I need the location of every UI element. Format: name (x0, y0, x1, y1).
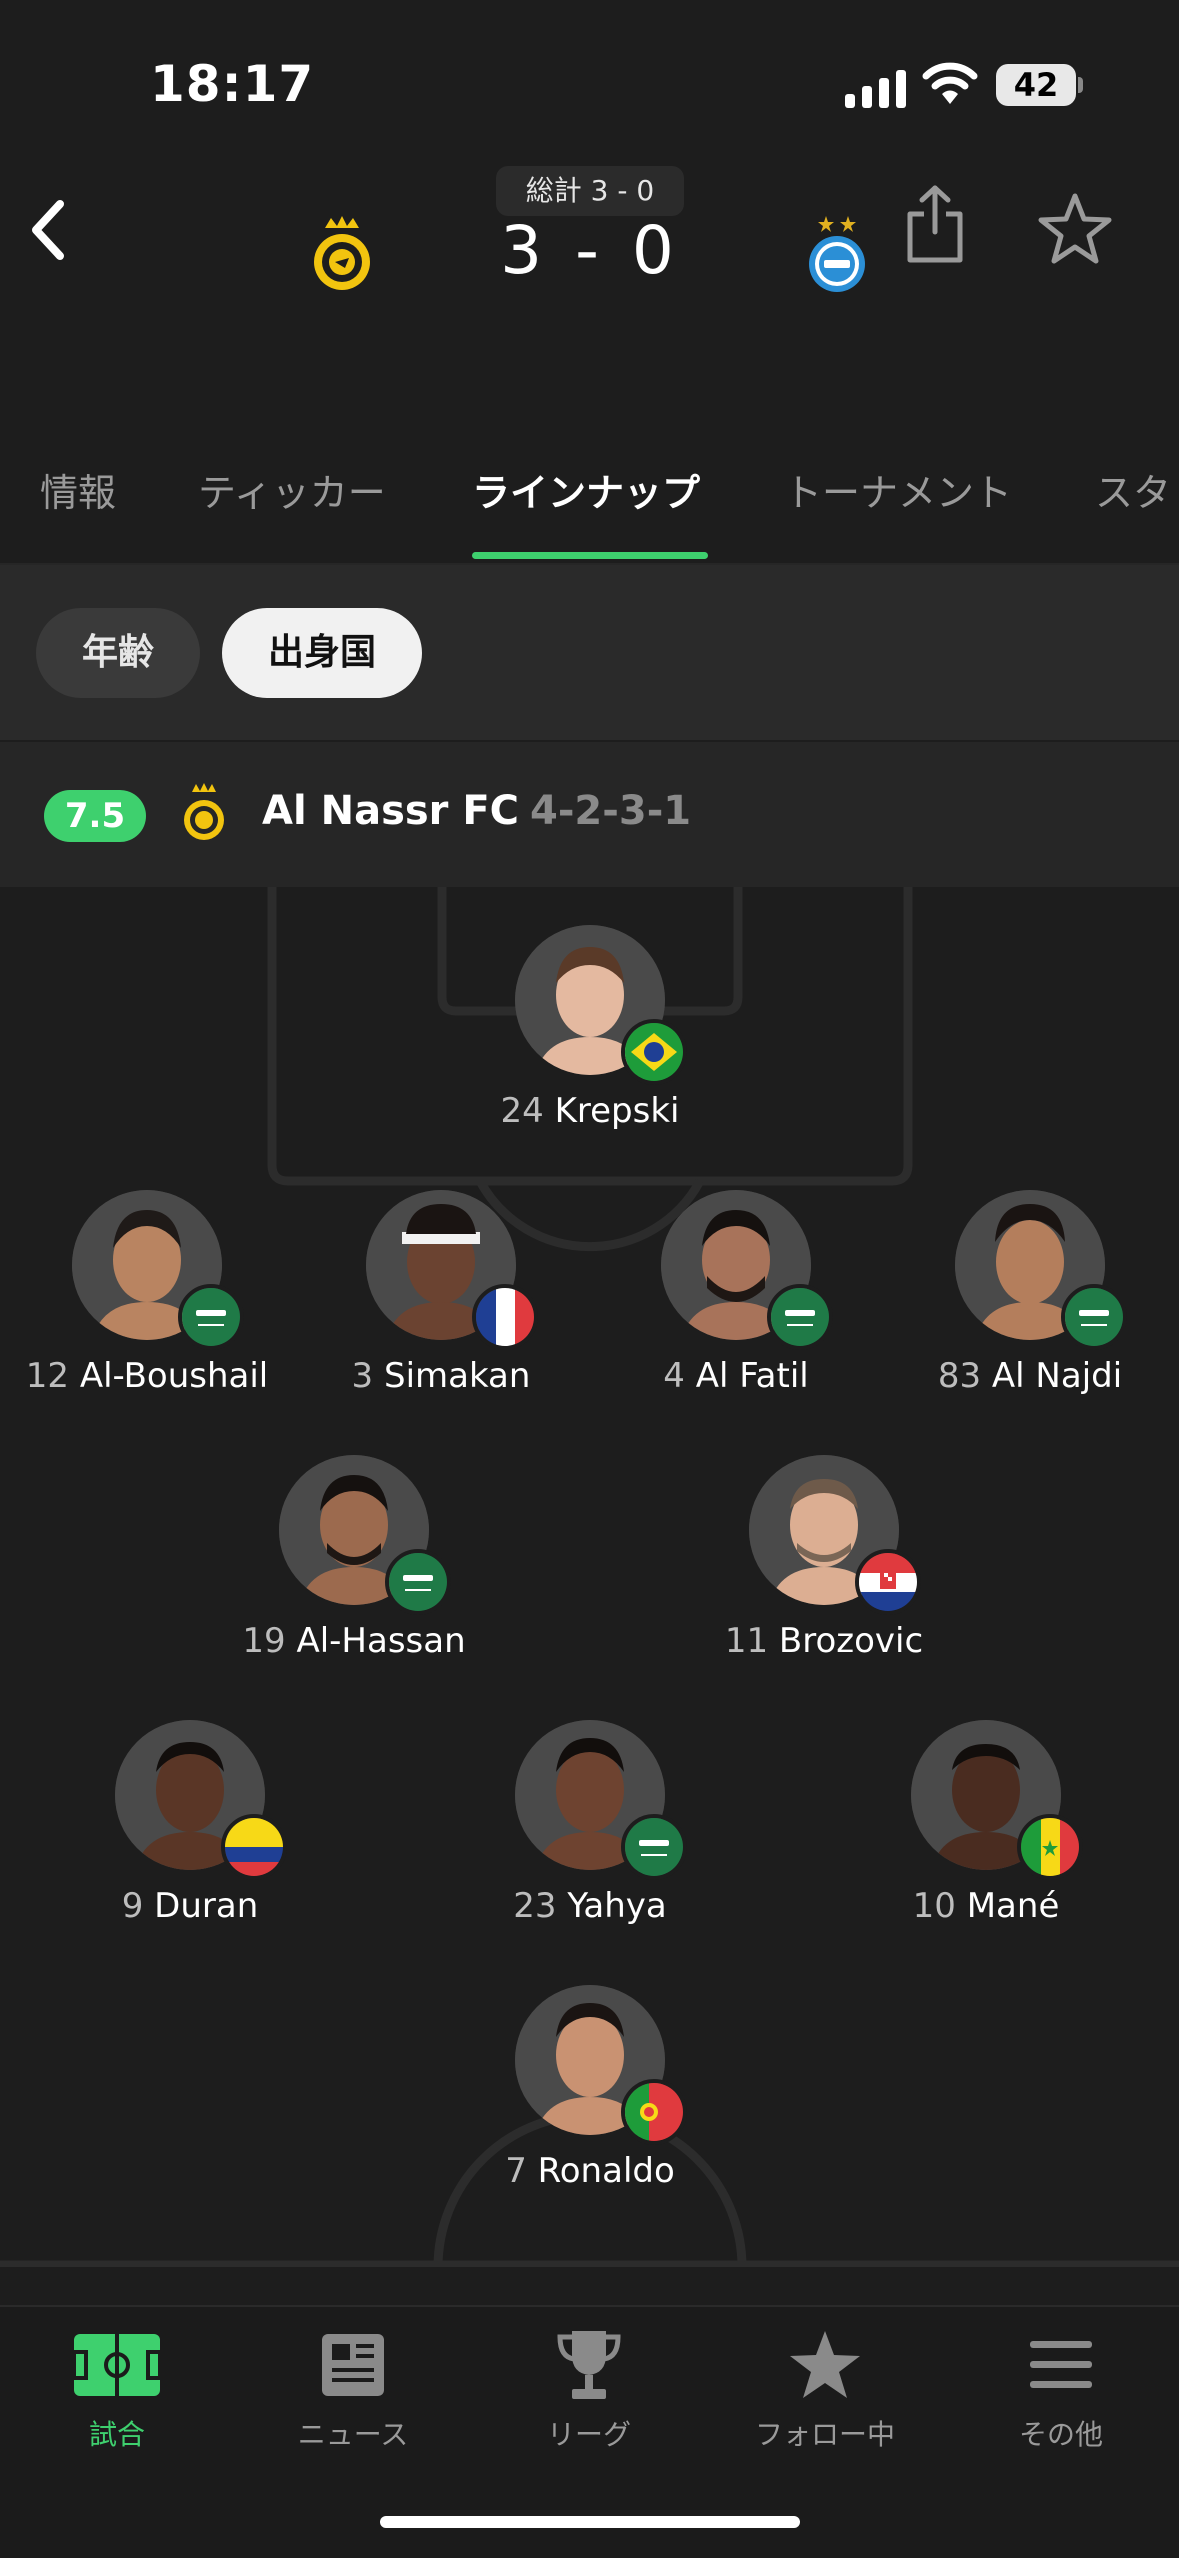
colombia-flag-icon (221, 1814, 287, 1880)
player-number: 4 (663, 1356, 685, 1396)
team-rating-badge: 7.5 (44, 790, 146, 842)
saudi-arabia-flag-icon (178, 1284, 244, 1350)
trophy-icon (489, 2325, 689, 2405)
player-number: 9 (121, 1886, 144, 1926)
senegal-flag-icon (1017, 1814, 1083, 1880)
player-name: Krepski (554, 1091, 680, 1131)
player-card[interactable]: 4 Al Fatil (586, 1190, 886, 1396)
player-photo (515, 1720, 687, 1880)
wifi-icon (922, 60, 978, 110)
player-card[interactable]: 23 Yahya (440, 1720, 740, 1926)
tab-stats[interactable]: スタ (1095, 462, 1171, 517)
player-name: Duran (154, 1886, 259, 1926)
player-name: Brozovic (778, 1621, 924, 1661)
player-card[interactable]: 19 Al-Hassan (204, 1455, 504, 1661)
nav-more[interactable]: その他 (961, 2325, 1161, 2453)
player-card[interactable]: 7 Ronaldo (440, 1985, 740, 2191)
brazil-flag-icon (621, 1019, 687, 1085)
home-indicator[interactable] (380, 2516, 800, 2528)
tab-ticker[interactable]: ティッカー (198, 462, 386, 517)
player-photo (749, 1455, 921, 1615)
nav-label: ニュース (297, 2418, 409, 2451)
player-name: Al Fatil (695, 1356, 809, 1396)
player-photo (72, 1190, 244, 1350)
match-score: 3 - 0 (500, 212, 680, 289)
player-number: 24 (500, 1091, 544, 1131)
player-number: 3 (351, 1356, 374, 1396)
filter-country-chip[interactable]: 出身国 (222, 608, 422, 698)
player-number: 83 (937, 1356, 982, 1396)
nav-label: フォロー中 (754, 2418, 895, 2451)
home-team-logo[interactable] (307, 214, 377, 294)
team-logo (180, 782, 228, 844)
nav-matches[interactable]: 試合 (17, 2325, 217, 2453)
portugal-flag-icon (621, 2079, 687, 2145)
team-name[interactable]: Al Nassr FC (262, 788, 519, 834)
player-name: Yahya (567, 1886, 667, 1926)
player-name: Al Najdi (991, 1356, 1123, 1396)
status-time: 18:17 (150, 55, 315, 113)
player-card[interactable]: 11 Brozovic (674, 1455, 974, 1661)
player-card[interactable]: 24 Krepski (440, 925, 740, 1131)
star-outline-icon (1038, 193, 1112, 264)
player-card[interactable]: 9 Duran (40, 1720, 340, 1926)
player-photo (515, 925, 687, 1085)
player-name: Mané (966, 1886, 1060, 1926)
saudi-arabia-flag-icon (385, 1549, 451, 1615)
player-number: 19 (242, 1621, 286, 1661)
croatia-flag-icon (855, 1549, 921, 1615)
away-team-logo[interactable] (802, 214, 872, 294)
player-number: 7 (505, 2151, 527, 2191)
player-photo (661, 1190, 833, 1350)
france-flag-icon (472, 1284, 538, 1350)
player-name: Al-Hassan (296, 1621, 466, 1661)
nav-label: その他 (1018, 2418, 1103, 2451)
player-number: 23 (513, 1886, 557, 1926)
tab-info[interactable]: 情報 (40, 462, 116, 517)
player-number: 10 (912, 1886, 956, 1926)
player-name: Al-Boushail (79, 1356, 269, 1396)
player-card[interactable]: 12 Al-Boushail (0, 1190, 297, 1396)
player-card[interactable]: 3 Simakan (291, 1190, 591, 1396)
follow-match-button[interactable] (1035, 190, 1115, 270)
player-name: Ronaldo (537, 2151, 675, 2191)
player-photo (115, 1720, 287, 1880)
nav-label: 試合 (88, 2418, 145, 2451)
player-card[interactable]: 10 Mané (836, 1720, 1136, 1926)
nav-leagues[interactable]: リーグ (489, 2325, 689, 2453)
saudi-arabia-flag-icon (621, 1814, 687, 1880)
tab-lineup[interactable]: ラインナップ (472, 462, 700, 517)
battery-cap (1078, 77, 1083, 93)
player-number: 11 (724, 1621, 769, 1661)
nav-following[interactable]: フォロー中 (725, 2325, 925, 2453)
saudi-arabia-flag-icon (767, 1284, 833, 1350)
filter-age-chip[interactable]: 年齢 (36, 608, 200, 698)
news-icon (253, 2325, 453, 2405)
player-photo (955, 1190, 1127, 1350)
player-card[interactable]: 83 Al Najdi (880, 1190, 1179, 1396)
team-formation: 4-2-3-1 (530, 788, 692, 834)
player-photo (911, 1720, 1083, 1880)
player-number: 12 (25, 1356, 69, 1396)
player-photo (366, 1190, 538, 1350)
back-button[interactable] (18, 190, 88, 270)
player-photo (515, 1985, 687, 2145)
nav-news[interactable]: ニュース (253, 2325, 453, 2453)
cellular-signal-icon (845, 68, 906, 108)
saudi-arabia-flag-icon (1061, 1284, 1127, 1350)
player-name: Simakan (383, 1356, 531, 1396)
star-icon (725, 2325, 925, 2405)
share-button[interactable] (900, 180, 970, 270)
menu-icon (961, 2325, 1161, 2405)
pitch-icon (17, 2325, 217, 2405)
player-photo (279, 1455, 451, 1615)
active-tab-indicator (472, 552, 708, 559)
chevron-left-icon (32, 200, 64, 260)
battery-indicator: 42 (996, 64, 1076, 106)
share-icon (907, 185, 963, 263)
tab-tournament[interactable]: トーナメント (784, 462, 1012, 517)
aggregate-score: 総計 3 - 0 (496, 166, 684, 216)
nav-label: リーグ (546, 2418, 631, 2451)
